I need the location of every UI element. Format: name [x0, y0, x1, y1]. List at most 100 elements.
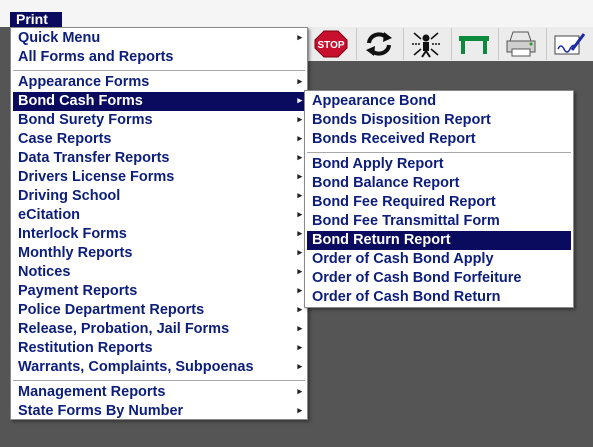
table-icon	[458, 36, 489, 54]
menu-item-label: Order of Cash Bond Forfeiture	[312, 270, 522, 286]
menu-separator	[307, 152, 571, 154]
submenu-arrow-icon: ▸	[297, 76, 302, 86]
menu-separator	[13, 70, 305, 72]
submenu-item-bonds-received-report[interactable]: Bonds Received Report	[307, 130, 571, 149]
submenu-arrow-icon: ▸	[297, 285, 302, 295]
submenu-item-order-of-cash-bond-forfeiture[interactable]: Order of Cash Bond Forfeiture	[307, 269, 571, 288]
table-button[interactable]	[450, 28, 497, 60]
menu-item-case-reports[interactable]: Case Reports ▸	[13, 130, 305, 149]
submenu-item-bond-return-report[interactable]: Bond Return Report	[307, 231, 571, 250]
menu-item-label: Bond Balance Report	[312, 175, 460, 191]
menu-item-appearance-forms[interactable]: Appearance Forms ▸	[13, 73, 305, 92]
menu-item-label: Order of Cash Bond Apply	[312, 251, 494, 267]
menu-item-label: Quick Menu	[18, 30, 101, 46]
menu-item-release-probation-jail-forms[interactable]: Release, Probation, Jail Forms ▸	[13, 320, 305, 339]
menu-item-restitution-reports[interactable]: Restitution Reports ▸	[13, 339, 305, 358]
submenu-arrow-icon: ▸	[297, 209, 302, 219]
submenu-arrow-icon: ▸	[297, 171, 302, 181]
menu-item-label: Case Reports	[18, 131, 112, 147]
menu-item-label: Bond Fee Required Report	[312, 194, 496, 210]
menu-item-label: Payment Reports	[18, 283, 138, 299]
submenu-item-order-of-cash-bond-apply[interactable]: Order of Cash Bond Apply	[307, 250, 571, 269]
menu-item-quick-menu[interactable]: Quick Menu ▸	[13, 29, 305, 48]
menu-item-data-transfer-reports[interactable]: Data Transfer Reports ▸	[13, 149, 305, 168]
submenu-item-order-of-cash-bond-return[interactable]: Order of Cash Bond Return	[307, 288, 571, 307]
menu-item-label: Bond Cash Forms	[18, 93, 143, 109]
menu-item-label: Data Transfer Reports	[18, 150, 170, 166]
print-menu-dropdown: Quick Menu ▸ All Forms and Reports Appearan…	[10, 27, 308, 420]
submenu-arrow-icon: ▸	[297, 386, 302, 396]
menu-item-label: Bond Return Report	[312, 232, 451, 248]
submenu-arrow-icon: ▸	[297, 32, 302, 42]
network-button[interactable]	[403, 28, 449, 60]
menu-item-label: Release, Probation, Jail Forms	[18, 321, 230, 337]
submenu-arrow-icon: ▸	[297, 133, 302, 143]
menu-item-bond-surety-forms[interactable]: Bond Surety Forms ▸	[13, 111, 305, 130]
menu-item-label: Monthly Reports	[18, 245, 133, 261]
network-person-icon	[412, 32, 441, 58]
menu-item-label: Bond Apply Report	[312, 156, 444, 172]
menu-item-label: Order of Cash Bond Return	[312, 289, 501, 305]
refresh-icon	[365, 32, 392, 56]
menu-item-label: Driving School	[18, 188, 121, 204]
bond-cash-forms-submenu: Appearance Bond Bonds Disposition Report B…	[304, 90, 574, 308]
menu-item-label: Bonds Disposition Report	[312, 112, 491, 128]
submenu-arrow-icon: ▸	[297, 114, 302, 124]
submenu-arrow-icon: ▸	[297, 342, 302, 352]
submenu-arrow-icon: ▸	[297, 304, 302, 314]
stop-button[interactable]: STOP	[308, 28, 354, 60]
menu-item-label: Drivers License Forms	[18, 169, 175, 185]
menu-item-label: Notices	[18, 264, 71, 280]
submenu-arrow-icon: ▸	[297, 190, 302, 200]
menu-item-label: Appearance Forms	[18, 74, 150, 90]
menu-item-label: Management Reports	[18, 384, 166, 400]
menu-item-bond-cash-forms[interactable]: Bond Cash Forms ▸	[13, 92, 305, 111]
menu-separator	[13, 380, 305, 382]
signature-button[interactable]	[545, 28, 592, 60]
submenu-arrow-icon: ▸	[297, 361, 302, 371]
submenu-arrow-icon: ▸	[297, 152, 302, 162]
menu-item-interlock-forms[interactable]: Interlock Forms ▸	[13, 225, 305, 244]
menu-item-label: All Forms and Reports	[18, 49, 174, 65]
stop-icon-label: STOP	[318, 40, 345, 51]
submenu-arrow-icon: ▸	[297, 266, 302, 276]
menu-item-state-forms-by-number[interactable]: State Forms By Number ▸	[13, 402, 305, 421]
submenu-item-bond-fee-transmittal-form[interactable]: Bond Fee Transmittal Form	[307, 212, 571, 231]
menu-item-payment-reports[interactable]: Payment Reports ▸	[13, 282, 305, 301]
menu-item-monthly-reports[interactable]: Monthly Reports ▸	[13, 244, 305, 263]
menu-item-label: eCitation	[18, 207, 81, 223]
menu-item-warrants-complaints-subpoenas[interactable]: Warrants, Complaints, Subpoenas ▸	[13, 358, 305, 377]
menu-item-management-reports[interactable]: Management Reports ▸	[13, 383, 305, 402]
submenu-arrow-icon: ▸	[297, 95, 302, 105]
menu-item-label: Bond Fee Transmittal Form	[312, 213, 500, 229]
menu-item-label: Appearance Bond	[312, 93, 437, 109]
submenu-arrow-icon: ▸	[297, 405, 302, 415]
printer-icon	[506, 31, 536, 57]
menu-item-label: Interlock Forms	[18, 226, 127, 242]
submenu-item-bond-balance-report[interactable]: Bond Balance Report	[307, 174, 571, 193]
menu-item-driving-school[interactable]: Driving School ▸	[13, 187, 305, 206]
submenu-arrow-icon: ▸	[297, 247, 302, 257]
menu-item-all-forms-and-reports[interactable]: All Forms and Reports	[13, 48, 305, 67]
signature-icon	[554, 33, 585, 55]
submenu-arrow-icon: ▸	[297, 323, 302, 333]
menu-item-ecitation[interactable]: eCitation ▸	[13, 206, 305, 225]
menu-item-police-department-reports[interactable]: Police Department Reports ▸	[13, 301, 305, 320]
menu-item-drivers-license-forms[interactable]: Drivers License Forms ▸	[13, 168, 305, 187]
submenu-arrow-icon: ▸	[297, 228, 302, 238]
print-menu[interactable]: Print	[10, 12, 62, 27]
menu-item-label: Police Department Reports	[18, 302, 205, 318]
submenu-item-bond-apply-report[interactable]: Bond Apply Report	[307, 155, 571, 174]
menu-item-notices[interactable]: Notices ▸	[13, 263, 305, 282]
menu-item-label: State Forms By Number	[18, 403, 184, 419]
menu-item-label: Warrants, Complaints, Subpoenas	[18, 359, 254, 375]
toolbar: STOP	[308, 27, 593, 61]
submenu-item-appearance-bond[interactable]: Appearance Bond	[307, 92, 571, 111]
refresh-button[interactable]	[355, 28, 402, 60]
submenu-item-bond-fee-required-report[interactable]: Bond Fee Required Report	[307, 193, 571, 212]
submenu-item-bonds-disposition-report[interactable]: Bonds Disposition Report	[307, 111, 571, 130]
print-button[interactable]	[498, 28, 544, 60]
menu-bar: Print	[0, 0, 593, 27]
menu-item-label: Bond Surety Forms	[18, 112, 153, 128]
menu-item-label: Restitution Reports	[18, 340, 153, 356]
